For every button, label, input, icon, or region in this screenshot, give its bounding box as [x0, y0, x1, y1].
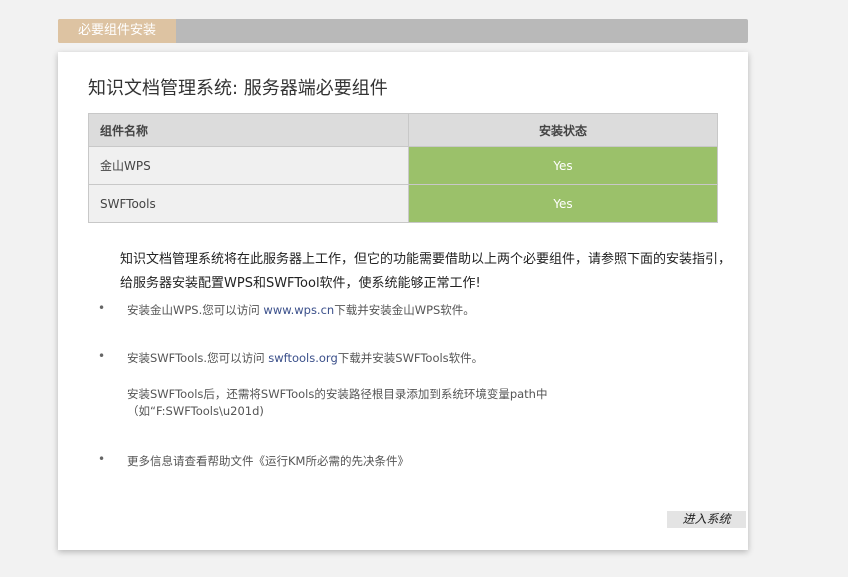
component-name: SWFTools: [88, 184, 409, 223]
table-header-row: 组件名称 安装状态: [88, 113, 718, 147]
tab-required-components[interactable]: 必要组件安装: [58, 19, 176, 43]
item-text: 安装SWFTools.您可以访问: [127, 351, 269, 365]
table-row: 金山WPS Yes: [88, 146, 718, 185]
list-item: 安装SWFTools.您可以访问 swftools.org下载并安装SWFToo…: [127, 350, 607, 367]
bullet-icon: •: [98, 452, 106, 466]
column-header-status: 安装状态: [408, 113, 718, 147]
swftools-path-note: 安装SWFTools后，还需将SWFTools的安装路径根目录添加到系统环境变量…: [127, 387, 548, 418]
bullet-icon: •: [98, 349, 106, 363]
main-panel: 知识文档管理系统: 服务器端必要组件 组件名称 安装状态 金山WPS Yes S…: [58, 52, 748, 550]
install-status: Yes: [408, 146, 718, 185]
bullet-icon: •: [98, 301, 106, 315]
table-row: SWFTools Yes: [88, 184, 718, 223]
install-status: Yes: [408, 184, 718, 223]
swftools-link[interactable]: swftools.org: [268, 351, 338, 365]
tab-bar: 必要组件安装: [58, 19, 748, 43]
intro-text: 知识文档管理系统将在此服务器上工作，但它的功能需要借助以上两个必要组件，请参照下…: [120, 252, 732, 291]
column-header-name: 组件名称: [88, 113, 409, 147]
page-title: 知识文档管理系统: 服务器端必要组件: [88, 78, 388, 99]
wps-link[interactable]: www.wps.cn: [263, 303, 334, 317]
component-name: 金山WPS: [88, 146, 409, 185]
components-table: 组件名称 安装状态 金山WPS Yes SWFTools Yes: [88, 113, 718, 223]
item-text: 安装金山WPS.您可以访问: [127, 303, 264, 317]
item-text: 下载并安装SWFTools软件。: [337, 351, 484, 365]
enter-system-button[interactable]: 进入系统: [667, 511, 746, 528]
list-item: 安装金山WPS.您可以访问 www.wps.cn下载并安装金山WPS软件。: [127, 302, 607, 319]
list-item: 更多信息请查看帮助文件《运行KM所必需的先决条件》: [127, 454, 409, 468]
item-text: 下载并安装金山WPS软件。: [334, 303, 475, 317]
